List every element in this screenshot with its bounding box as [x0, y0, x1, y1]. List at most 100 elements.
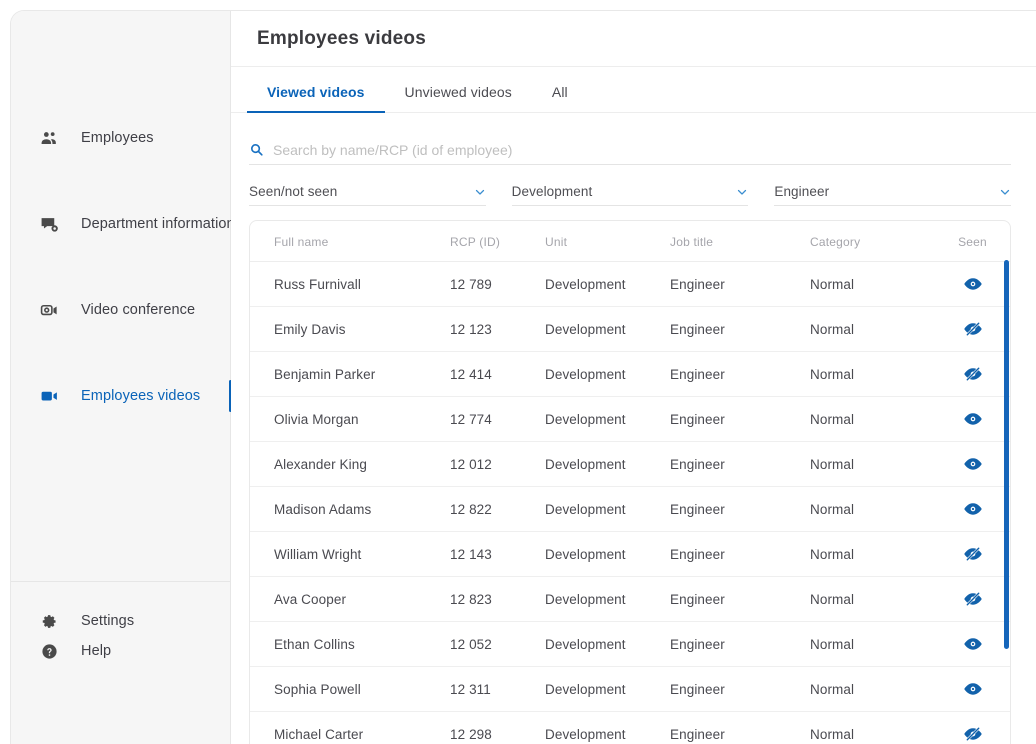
- cell-category: Normal: [810, 351, 935, 397]
- column-header-job-title: Job title: [670, 221, 810, 262]
- table-row[interactable]: Alexander King 12 012 Development Engineer N…: [250, 441, 1010, 487]
- cell-full-name: Benjamin Parker: [250, 351, 450, 397]
- eye-visible-icon[interactable]: [963, 410, 982, 428]
- unit-filter-select[interactable]: Development: [511, 178, 749, 206]
- table-row[interactable]: William Wright 12 143 Development Engineer N…: [250, 531, 1010, 577]
- cell-full-name: Michael Carter: [250, 711, 450, 744]
- cell-category: Normal: [810, 441, 935, 487]
- table-row[interactable]: Madison Adams 12 822 Development Engineer No…: [250, 486, 1010, 532]
- eye-hidden-icon[interactable]: [963, 590, 982, 608]
- eye-hidden-icon[interactable]: [963, 725, 982, 743]
- cell-full-name: Emily Davis: [250, 306, 450, 352]
- eye-hidden-icon[interactable]: [963, 365, 982, 383]
- cell-rcp-id: 12 823: [450, 576, 545, 622]
- cell-category: Normal: [810, 666, 935, 712]
- table-row[interactable]: Michael Carter 12 298 Development Engineer N…: [250, 711, 1010, 744]
- eye-visible-icon[interactable]: [963, 455, 982, 473]
- cell-full-name: Alexander King: [250, 441, 450, 487]
- cell-unit: Development: [545, 351, 670, 397]
- table-scrollbar-thumb[interactable]: [1004, 260, 1009, 649]
- cell-category: Normal: [810, 306, 935, 352]
- table-row[interactable]: Olivia Morgan 12 774 Development Engineer No…: [250, 396, 1010, 442]
- cell-job-title: Engineer: [670, 351, 810, 397]
- tab-viewed-videos[interactable]: Viewed videos: [247, 84, 385, 113]
- search-input[interactable]: [273, 141, 1011, 158]
- sidebar-nav: Employees Department information Video c…: [11, 116, 235, 418]
- sidebar-item-label: Department information: [81, 216, 235, 232]
- tab-all[interactable]: All: [532, 84, 588, 112]
- sidebar-item-label: Help: [81, 643, 112, 659]
- table-row[interactable]: Ethan Collins 12 052 Development Engineer No…: [250, 621, 1010, 667]
- sidebar-item-help[interactable]: Help: [11, 636, 231, 666]
- seen-filter-select[interactable]: Seen/not seen: [249, 178, 486, 206]
- help-circle-icon: [39, 641, 59, 661]
- table-row[interactable]: Sophia Powell 12 311 Development Engineer No…: [250, 666, 1010, 712]
- sidebar-item-department-information[interactable]: Department information: [11, 202, 235, 246]
- cell-full-name: William Wright: [250, 531, 450, 577]
- search-icon: [249, 142, 265, 158]
- cell-rcp-id: 12 789: [450, 261, 545, 307]
- sidebar-item-employees-videos[interactable]: Employees videos: [11, 374, 232, 418]
- sidebar-item-label: Employees videos: [81, 388, 201, 404]
- eye-visible-icon[interactable]: [963, 680, 982, 698]
- sidebar: Employees Department information Video c…: [11, 11, 235, 744]
- cell-category: Normal: [810, 531, 935, 577]
- cell-job-title: Engineer: [670, 441, 810, 487]
- cell-rcp-id: 12 123: [450, 306, 545, 352]
- gear-icon: [39, 611, 59, 631]
- cell-full-name: Olivia Morgan: [250, 396, 450, 442]
- cell-rcp-id: 12 012: [450, 441, 545, 487]
- seen-filter-value: Seen/not seen: [249, 184, 338, 199]
- sidebar-item-employees[interactable]: Employees: [11, 116, 231, 160]
- cell-category: Normal: [810, 261, 935, 307]
- column-header-category: Category: [810, 221, 935, 262]
- eye-visible-icon[interactable]: [963, 275, 982, 293]
- sidebar-divider: [11, 581, 230, 582]
- cell-unit: Development: [545, 666, 670, 712]
- cell-rcp-id: 12 143: [450, 531, 545, 577]
- sidebar-bottom-nav: Settings Help: [11, 606, 231, 666]
- search-row: [249, 135, 1011, 165]
- cell-job-title: Engineer: [670, 666, 810, 712]
- main-content: Employees videos Viewed videos Unviewed …: [231, 11, 1036, 744]
- app-shell: Employees Department information Video c…: [10, 10, 1036, 744]
- cell-full-name: Sophia Powell: [250, 666, 450, 712]
- cell-category: Normal: [810, 396, 935, 442]
- video-camera-icon: [39, 386, 59, 406]
- cell-full-name: Madison Adams: [250, 486, 450, 532]
- sidebar-item-video-conference[interactable]: Video conference: [11, 288, 231, 332]
- table-row[interactable]: Benjamin Parker 12 414 Development Engineer…: [250, 351, 1010, 397]
- table-row[interactable]: Russ Furnivall 12 789 Development Engineer N…: [250, 261, 1010, 307]
- column-header-unit: Unit: [545, 221, 670, 262]
- sidebar-item-label: Settings: [81, 613, 135, 629]
- job-title-filter-select[interactable]: Engineer: [774, 178, 1012, 206]
- people-icon: [39, 128, 59, 148]
- eye-visible-icon[interactable]: [963, 500, 982, 518]
- cell-rcp-id: 12 298: [450, 711, 545, 744]
- cell-category: Normal: [810, 621, 935, 667]
- cell-unit: Development: [545, 441, 670, 487]
- cell-job-title: Engineer: [670, 396, 810, 442]
- cell-job-title: Engineer: [670, 306, 810, 352]
- eye-visible-icon[interactable]: [963, 635, 982, 653]
- cell-job-title: Engineer: [670, 486, 810, 532]
- cell-rcp-id: 12 414: [450, 351, 545, 397]
- employees-videos-table: Full name RCP (ID) Unit Job title Catego…: [250, 221, 1010, 744]
- app-root: Employees Department information Video c…: [0, 0, 1036, 744]
- cell-category: Normal: [810, 711, 935, 744]
- table-row[interactable]: Ava Cooper 12 823 Development Engineer Norma…: [250, 576, 1010, 622]
- cell-unit: Development: [545, 621, 670, 667]
- eye-hidden-icon[interactable]: [963, 320, 982, 338]
- cell-unit: Development: [545, 711, 670, 744]
- tab-unviewed-videos[interactable]: Unviewed videos: [385, 84, 532, 112]
- tabs-bar: Viewed videos Unviewed videos All: [231, 67, 1036, 113]
- table-scrollbar[interactable]: [1004, 260, 1009, 744]
- job-title-filter-value: Engineer: [774, 184, 830, 199]
- table-row[interactable]: Emily Davis 12 123 Development Engineer Norm…: [250, 306, 1010, 352]
- cell-job-title: Engineer: [670, 711, 810, 744]
- eye-hidden-icon[interactable]: [963, 545, 982, 563]
- cell-rcp-id: 12 311: [450, 666, 545, 712]
- cell-full-name: Russ Furnivall: [250, 261, 450, 307]
- cell-rcp-id: 12 822: [450, 486, 545, 532]
- sidebar-item-settings[interactable]: Settings: [11, 606, 231, 636]
